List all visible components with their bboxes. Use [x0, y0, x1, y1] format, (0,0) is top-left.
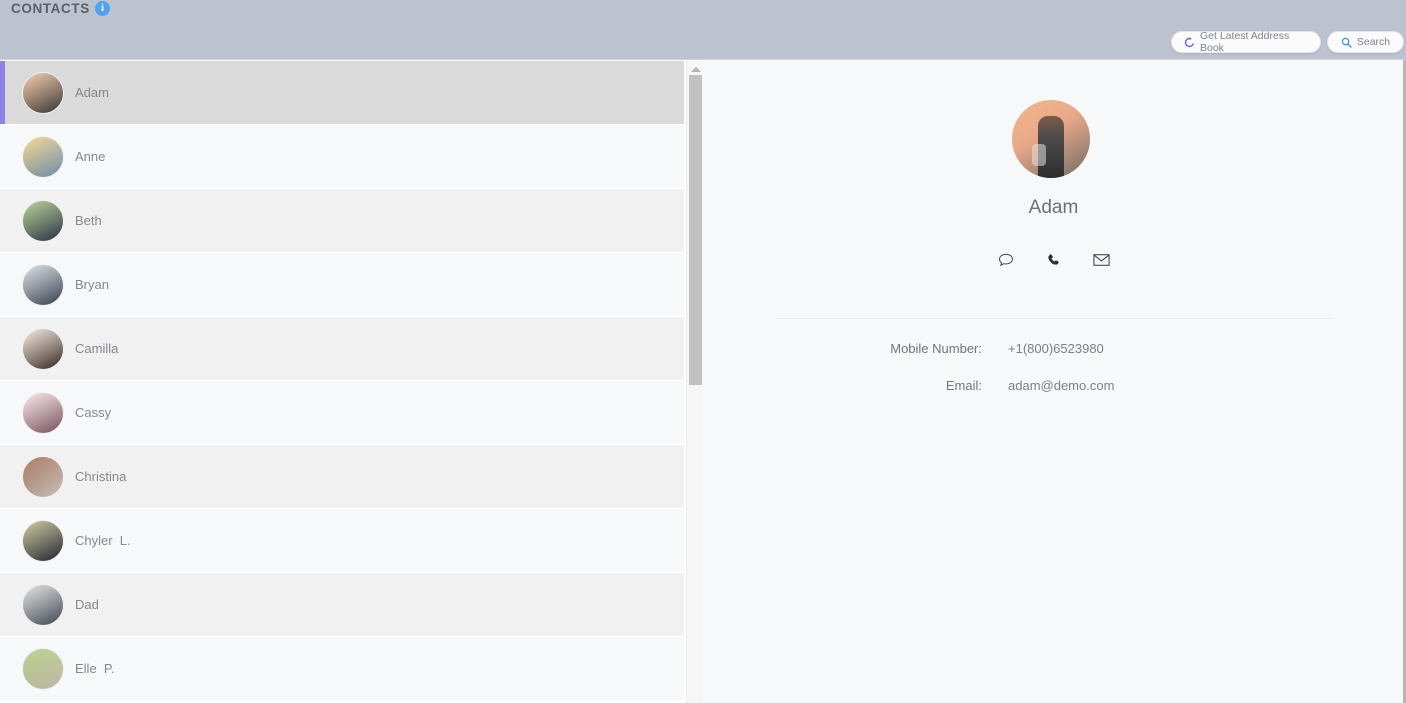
list-item[interactable]: Chyler L. [0, 509, 684, 573]
chat-icon [998, 253, 1013, 266]
avatar [22, 455, 64, 498]
list-item-label: Cassy [75, 405, 112, 420]
message-action[interactable] [992, 247, 1020, 273]
list-item-label: Christina [75, 469, 127, 484]
detail-field-value: adam@demo.com [1008, 378, 1115, 393]
contact-detail-panel: Adam Mobile Number: +1(800)6523980 Email: [704, 61, 1403, 703]
list-item[interactable]: Anne [0, 125, 684, 189]
avatar [22, 135, 64, 178]
search-button[interactable]: Search [1327, 31, 1404, 53]
avatar [1012, 100, 1090, 178]
detail-divider [775, 318, 1331, 319]
list-item-label: Bryan [75, 277, 109, 292]
avatar [22, 583, 64, 626]
list-item-label: Elle P. [75, 661, 115, 676]
avatar [22, 263, 64, 306]
avatar [22, 519, 64, 562]
search-icon [1341, 37, 1352, 48]
list-item[interactable]: Elle P. [0, 637, 684, 701]
detail-field: Email: adam@demo.com [704, 378, 1403, 393]
list-item-label: Chyler L. [75, 533, 131, 548]
page-title: CONTACTS [11, 1, 90, 16]
selected-accent-bar [0, 61, 5, 124]
search-label: Search [1356, 36, 1391, 48]
list-item[interactable]: Christina [0, 445, 684, 509]
list-item-label: Adam [75, 85, 109, 100]
contact-fields: Mobile Number: +1(800)6523980 Email: adam@d… [704, 341, 1403, 415]
contact-name: Adam [1028, 197, 1079, 218]
email-action[interactable] [1088, 247, 1116, 273]
call-action[interactable] [1040, 247, 1068, 273]
list-item[interactable]: Camilla [0, 317, 684, 381]
list-item[interactable]: Bryan [0, 253, 684, 317]
mail-icon [1093, 254, 1110, 266]
contact-actions [704, 247, 1403, 273]
list-item[interactable]: Cassy [0, 381, 684, 445]
detail-field: Mobile Number: +1(800)6523980 [704, 341, 1403, 356]
list-item[interactable]: Dad [0, 573, 684, 637]
list-item-label: Dad [75, 597, 99, 612]
scroll-up-arrow-icon[interactable] [689, 63, 702, 75]
contacts-app: CONTACTS i Get Latest Address Book Searc… [0, 0, 1406, 703]
list-scrollbar[interactable] [686, 61, 703, 703]
avatar [22, 199, 64, 242]
avatar [22, 647, 64, 690]
detail-field-label: Mobile Number: [890, 341, 982, 356]
refresh-icon [1184, 36, 1195, 48]
list-item-label: Camilla [75, 341, 119, 356]
avatar [22, 327, 64, 370]
list-item-label: Anne [75, 149, 106, 164]
list-item-label: Beth [75, 213, 102, 228]
phone-icon [1048, 253, 1059, 265]
avatar [22, 391, 64, 434]
contact-list[interactable]: Adam Anne Beth Bryan Camilla Cassy Christina Ch… [0, 61, 700, 703]
scroll-thumb[interactable] [689, 75, 702, 385]
get-latest-address-book-button[interactable]: Get Latest Address Book [1171, 30, 1321, 54]
avatar [22, 71, 64, 114]
info-icon[interactable]: i [95, 1, 110, 16]
detail-field-value: +1(800)6523980 [1008, 341, 1104, 356]
list-item[interactable]: Beth [0, 189, 684, 253]
top-bar: CONTACTS i Get Latest Address Book Searc… [0, 0, 1406, 60]
detail-field-label: Email: [945, 378, 982, 393]
get-latest-address-book-label: Get Latest Address Book [1200, 30, 1290, 54]
list-item[interactable]: Adam [0, 61, 684, 125]
